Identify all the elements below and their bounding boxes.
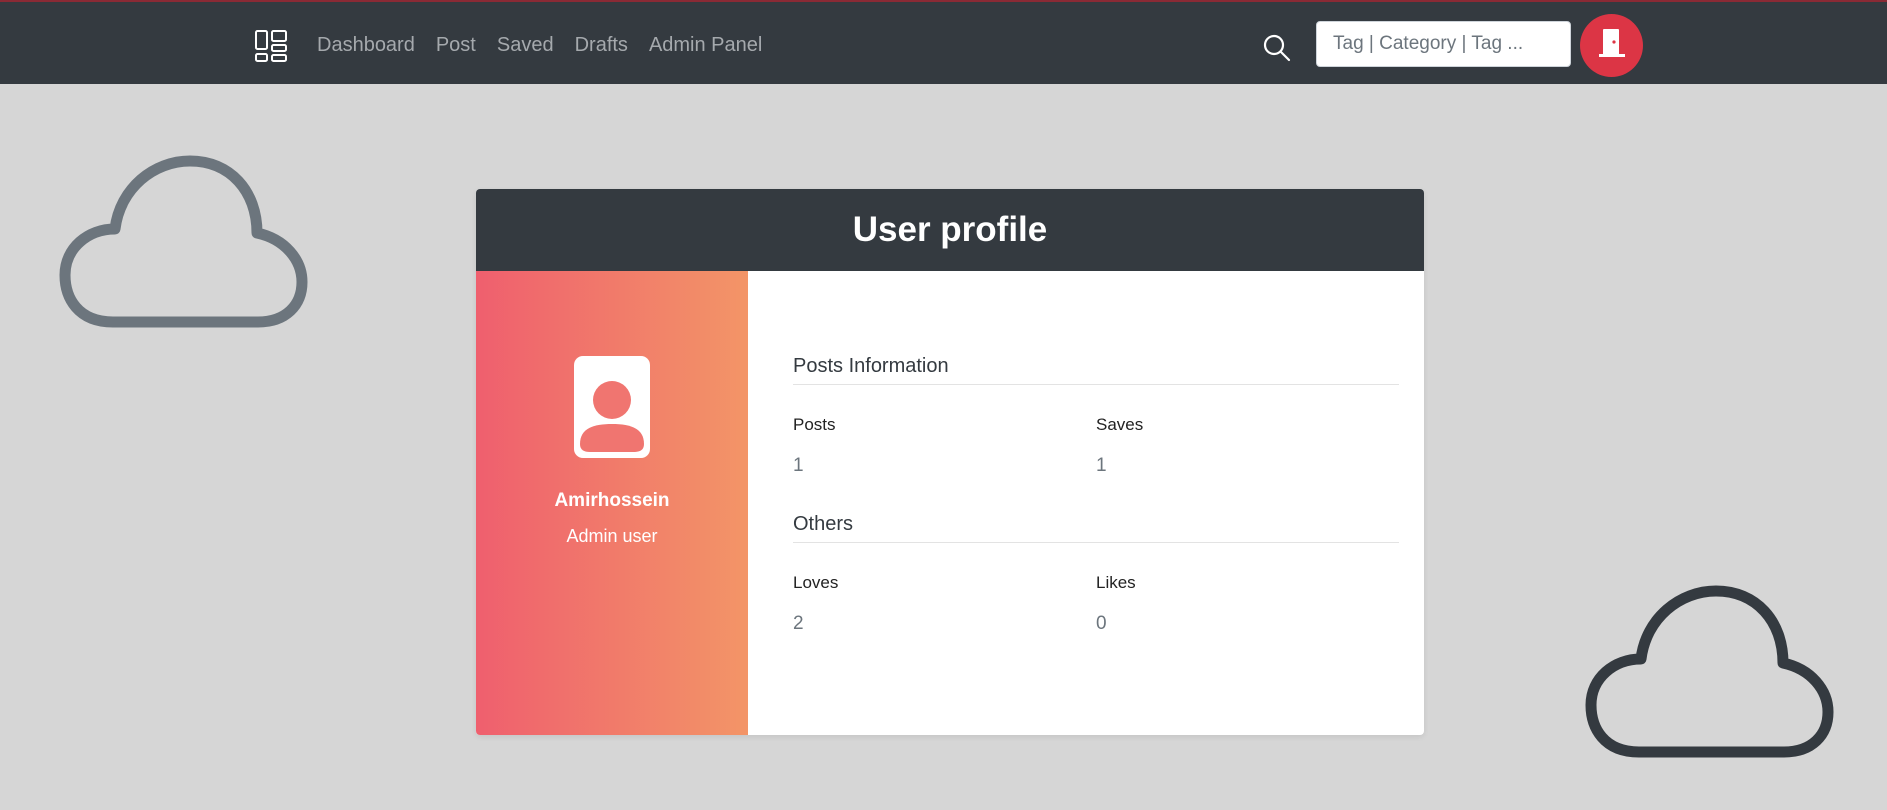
logout-button[interactable]	[1580, 14, 1643, 77]
page-title: User profile	[852, 210, 1048, 249]
user-name: Amirhossein	[554, 490, 670, 511]
profile-summary: Amirhossein Admin user	[476, 271, 748, 735]
card-header: User profile	[476, 189, 1424, 271]
stat-loves: Loves 2	[793, 573, 1096, 635]
person-badge-icon	[574, 356, 650, 458]
profile-details: Posts Information Posts 1 Saves 1 Others…	[748, 271, 1424, 735]
search-input[interactable]	[1316, 21, 1571, 67]
stat-value: 2	[793, 613, 804, 634]
stat-posts: Posts 1	[793, 415, 1096, 477]
nav-link-saved[interactable]: Saved	[497, 32, 554, 58]
nav-links: Dashboard Post Saved Drafts Admin Panel	[317, 32, 783, 58]
card-body: Amirhossein Admin user Posts Information…	[476, 271, 1424, 735]
nav-link-admin-panel[interactable]: Admin Panel	[649, 32, 762, 58]
navbar: Dashboard Post Saved Drafts Admin Panel	[0, 0, 1887, 84]
dashboard-grid-icon[interactable]	[255, 30, 287, 62]
stat-value: 1	[1096, 455, 1107, 476]
door-icon	[1597, 27, 1627, 64]
posts-stats: Posts 1 Saves 1	[793, 415, 1399, 477]
others-heading: Others	[793, 513, 1399, 543]
posts-information-heading: Posts Information	[793, 355, 1399, 385]
stat-label: Saves	[1096, 415, 1144, 434]
stat-likes: Likes 0	[1096, 573, 1399, 635]
others-stats: Loves 2 Likes 0	[793, 573, 1399, 635]
search-icon[interactable]	[1262, 33, 1292, 63]
stat-saves: Saves 1	[1096, 415, 1399, 477]
nav-link-post[interactable]: Post	[436, 32, 476, 58]
stat-label: Likes	[1096, 573, 1136, 592]
stat-value: 1	[793, 455, 804, 476]
user-profile-card: User profile Amirhossein Admin user Post…	[476, 189, 1424, 735]
stat-label: Posts	[793, 415, 836, 434]
cloud-icon	[58, 150, 318, 335]
user-role: Admin user	[566, 526, 658, 546]
cloud-icon	[1584, 580, 1844, 765]
stat-label: Loves	[793, 573, 839, 592]
nav-link-dashboard[interactable]: Dashboard	[317, 32, 415, 58]
stat-value: 0	[1096, 613, 1107, 634]
nav-link-drafts[interactable]: Drafts	[575, 32, 628, 58]
